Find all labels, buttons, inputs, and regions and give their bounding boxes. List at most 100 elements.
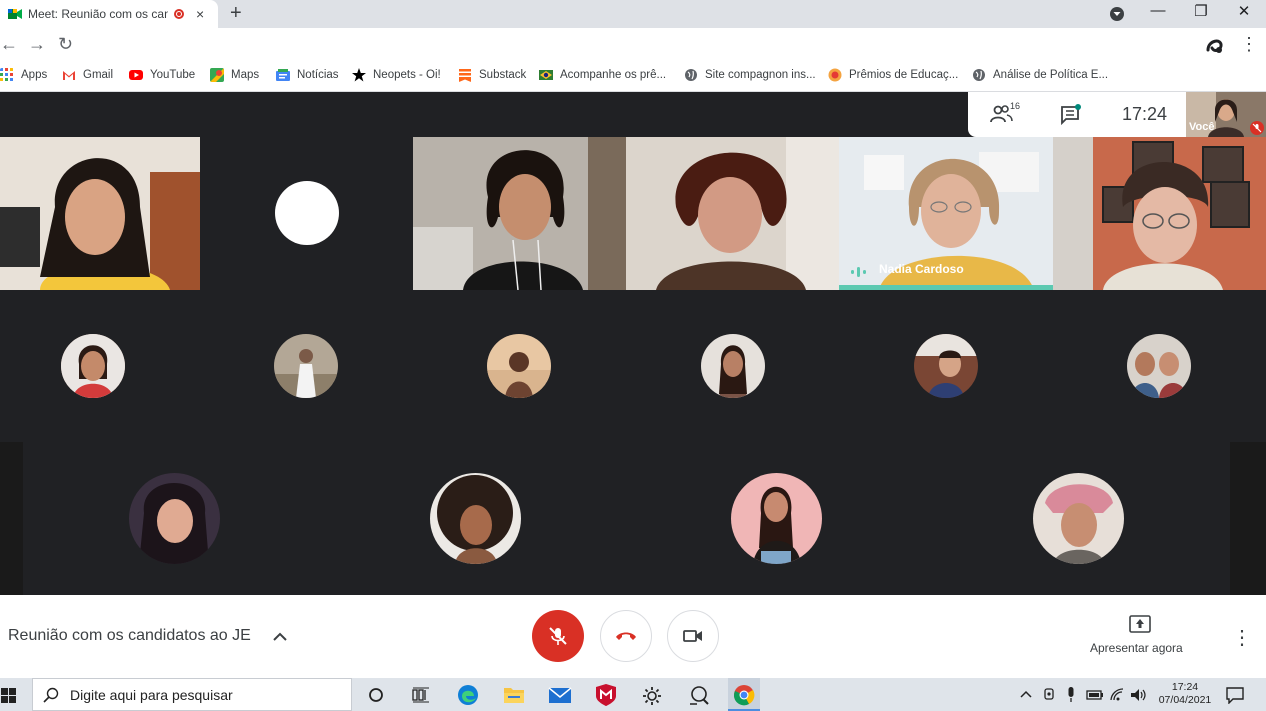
- extension-icon[interactable]: [1204, 34, 1226, 56]
- bookmark-noticias[interactable]: Notícias: [276, 68, 339, 82]
- browser-toolbar: ← → ↻ ⋮: [0, 28, 1266, 62]
- participants-button[interactable]: 16: [990, 101, 1020, 129]
- profile-dropdown-icon[interactable]: [1109, 6, 1125, 22]
- gmail-icon: [63, 71, 75, 80]
- more-options-button[interactable]: ⋮: [1232, 625, 1252, 650]
- participant-avatar[interactable]: [129, 473, 220, 564]
- bookmark-label: Prêmios de Educaç...: [849, 69, 959, 81]
- bookmark-neopets[interactable]: Neopets - Oi!: [352, 68, 441, 82]
- chevron-up-icon[interactable]: [272, 630, 288, 642]
- back-button[interactable]: ←: [0, 34, 18, 55]
- bookmark-analise[interactable]: Análise de Política E...: [972, 68, 1108, 82]
- participant-avatar[interactable]: [914, 334, 978, 398]
- bookmark-maps[interactable]: Maps: [210, 68, 259, 82]
- restore-button[interactable]: ❐: [1186, 2, 1216, 20]
- video-tile[interactable]: [626, 137, 839, 290]
- mail-icon[interactable]: [548, 685, 572, 705]
- avatar-row: [0, 442, 1266, 595]
- participant-avatar[interactable]: [274, 334, 338, 398]
- avatar-photo: [274, 334, 338, 398]
- taskbar-date: 07/04/2021: [1158, 694, 1212, 706]
- bookmark-acompanhe[interactable]: Acompanhe os prê...: [539, 68, 666, 82]
- active-speaker-tile[interactable]: Nadia Cardoso: [839, 137, 1053, 290]
- hang-up-icon: [616, 632, 636, 640]
- mic-off-icon: [549, 627, 567, 645]
- new-tab-button[interactable]: +: [230, 2, 242, 25]
- battery-icon[interactable]: [1086, 689, 1104, 701]
- bookmark-apps[interactable]: Apps: [0, 68, 47, 82]
- system-clock[interactable]: 17:24 07/04/2021: [1152, 681, 1218, 707]
- avatar-photo: [61, 334, 125, 398]
- substack-icon: [459, 69, 471, 82]
- self-muted-indicator: [1250, 121, 1264, 135]
- bookmark-substack[interactable]: Substack: [458, 68, 526, 82]
- browser-menu-button[interactable]: ⋮: [1240, 34, 1258, 55]
- video-tile[interactable]: [413, 137, 626, 290]
- participant-video: [0, 137, 200, 290]
- browser-tab-meet[interactable]: Meet: Reunião com os cand ×: [0, 0, 218, 28]
- task-view-icon[interactable]: [412, 687, 430, 703]
- notifications-icon[interactable]: [1226, 686, 1244, 704]
- camera-button[interactable]: [667, 610, 719, 662]
- video-tile-off[interactable]: [200, 137, 413, 290]
- search-icon: [43, 687, 59, 703]
- participant-avatar[interactable]: [731, 473, 822, 564]
- bookmark-gmail[interactable]: Gmail: [62, 68, 113, 82]
- participant-avatar[interactable]: [701, 334, 765, 398]
- participant-name: Nadia Cardoso: [879, 262, 964, 276]
- windows-start-icon[interactable]: [1, 688, 16, 703]
- taskbar-search-box[interactable]: Digite aqui para pesquisar: [32, 678, 352, 711]
- reload-button[interactable]: ↻: [58, 34, 73, 55]
- self-label: Você: [1189, 121, 1215, 133]
- volume-icon[interactable]: [1130, 687, 1148, 703]
- meeting-info-panel: 16 17:24: [968, 92, 1186, 137]
- microphone-tray-icon[interactable]: [1066, 687, 1076, 703]
- self-view-tile[interactable]: Você: [1186, 92, 1266, 137]
- mute-mic-button[interactable]: [532, 610, 584, 662]
- video-tile[interactable]: [1053, 137, 1266, 290]
- tab-close-button[interactable]: ×: [196, 6, 204, 22]
- bookmark-label: Acompanhe os prê...: [560, 69, 667, 81]
- bookmark-compagnon[interactable]: Site compagnon ins...: [684, 68, 816, 82]
- participant-video: [626, 137, 839, 290]
- forward-button[interactable]: →: [28, 34, 46, 55]
- bookmarks-bar: Apps Gmail YouTube Maps Notícias Neopets…: [0, 62, 1266, 92]
- bookmark-youtube[interactable]: YouTube: [129, 68, 195, 82]
- present-now-button[interactable]: Apresentar agora: [1082, 615, 1197, 655]
- mic-off-icon: [1252, 123, 1262, 133]
- minimize-button[interactable]: —: [1143, 2, 1173, 19]
- file-explorer-icon[interactable]: [503, 685, 525, 705]
- chrome-taskbar-button[interactable]: [728, 678, 760, 711]
- browser-tab-bar: Meet: Reunião com os cand × + — ❐ ✕: [0, 0, 1266, 28]
- camera-tray-icon[interactable]: [1043, 687, 1055, 703]
- chat-button[interactable]: [1060, 104, 1082, 131]
- participant-avatar[interactable]: [61, 334, 125, 398]
- leave-call-button[interactable]: [600, 610, 652, 662]
- taskbar-search-placeholder: Digite aqui para pesquisar: [70, 686, 233, 703]
- settings-gear-icon[interactable]: [642, 686, 662, 706]
- close-window-button[interactable]: ✕: [1229, 2, 1259, 20]
- participant-avatar[interactable]: [1033, 473, 1124, 564]
- star-icon: [352, 68, 366, 82]
- chevron-up-icon[interactable]: [1020, 689, 1032, 699]
- participant-avatar[interactable]: [430, 473, 521, 564]
- windows-taskbar: Digite aqui para pesquisar 17:24 07/04/2…: [0, 678, 1266, 711]
- wifi-icon[interactable]: [1110, 688, 1126, 702]
- tab-title: Meet: Reunião com os cand: [28, 7, 168, 21]
- chat-icon: [1061, 104, 1081, 126]
- avatar-photo: [731, 473, 822, 564]
- edge-browser-icon[interactable]: [456, 684, 480, 706]
- video-tile[interactable]: [0, 137, 200, 290]
- meeting-title[interactable]: Reunião com os candidatos ao JE: [8, 627, 251, 645]
- bookmark-premios[interactable]: Prêmios de Educaç...: [828, 68, 958, 82]
- bookmark-label: Maps: [231, 69, 260, 81]
- feedback-search-icon[interactable]: [688, 685, 710, 705]
- bookmark-label: Gmail: [83, 69, 114, 81]
- bookmark-label: Site compagnon ins...: [705, 69, 816, 81]
- cortana-icon[interactable]: [368, 687, 384, 703]
- participant-avatar[interactable]: [1127, 334, 1191, 398]
- meeting-control-bar: Reunião com os candidatos ao JE Apresent…: [0, 595, 1266, 678]
- avatar-photo: [487, 334, 551, 398]
- mcafee-icon[interactable]: [595, 683, 617, 707]
- participant-avatar[interactable]: [487, 334, 551, 398]
